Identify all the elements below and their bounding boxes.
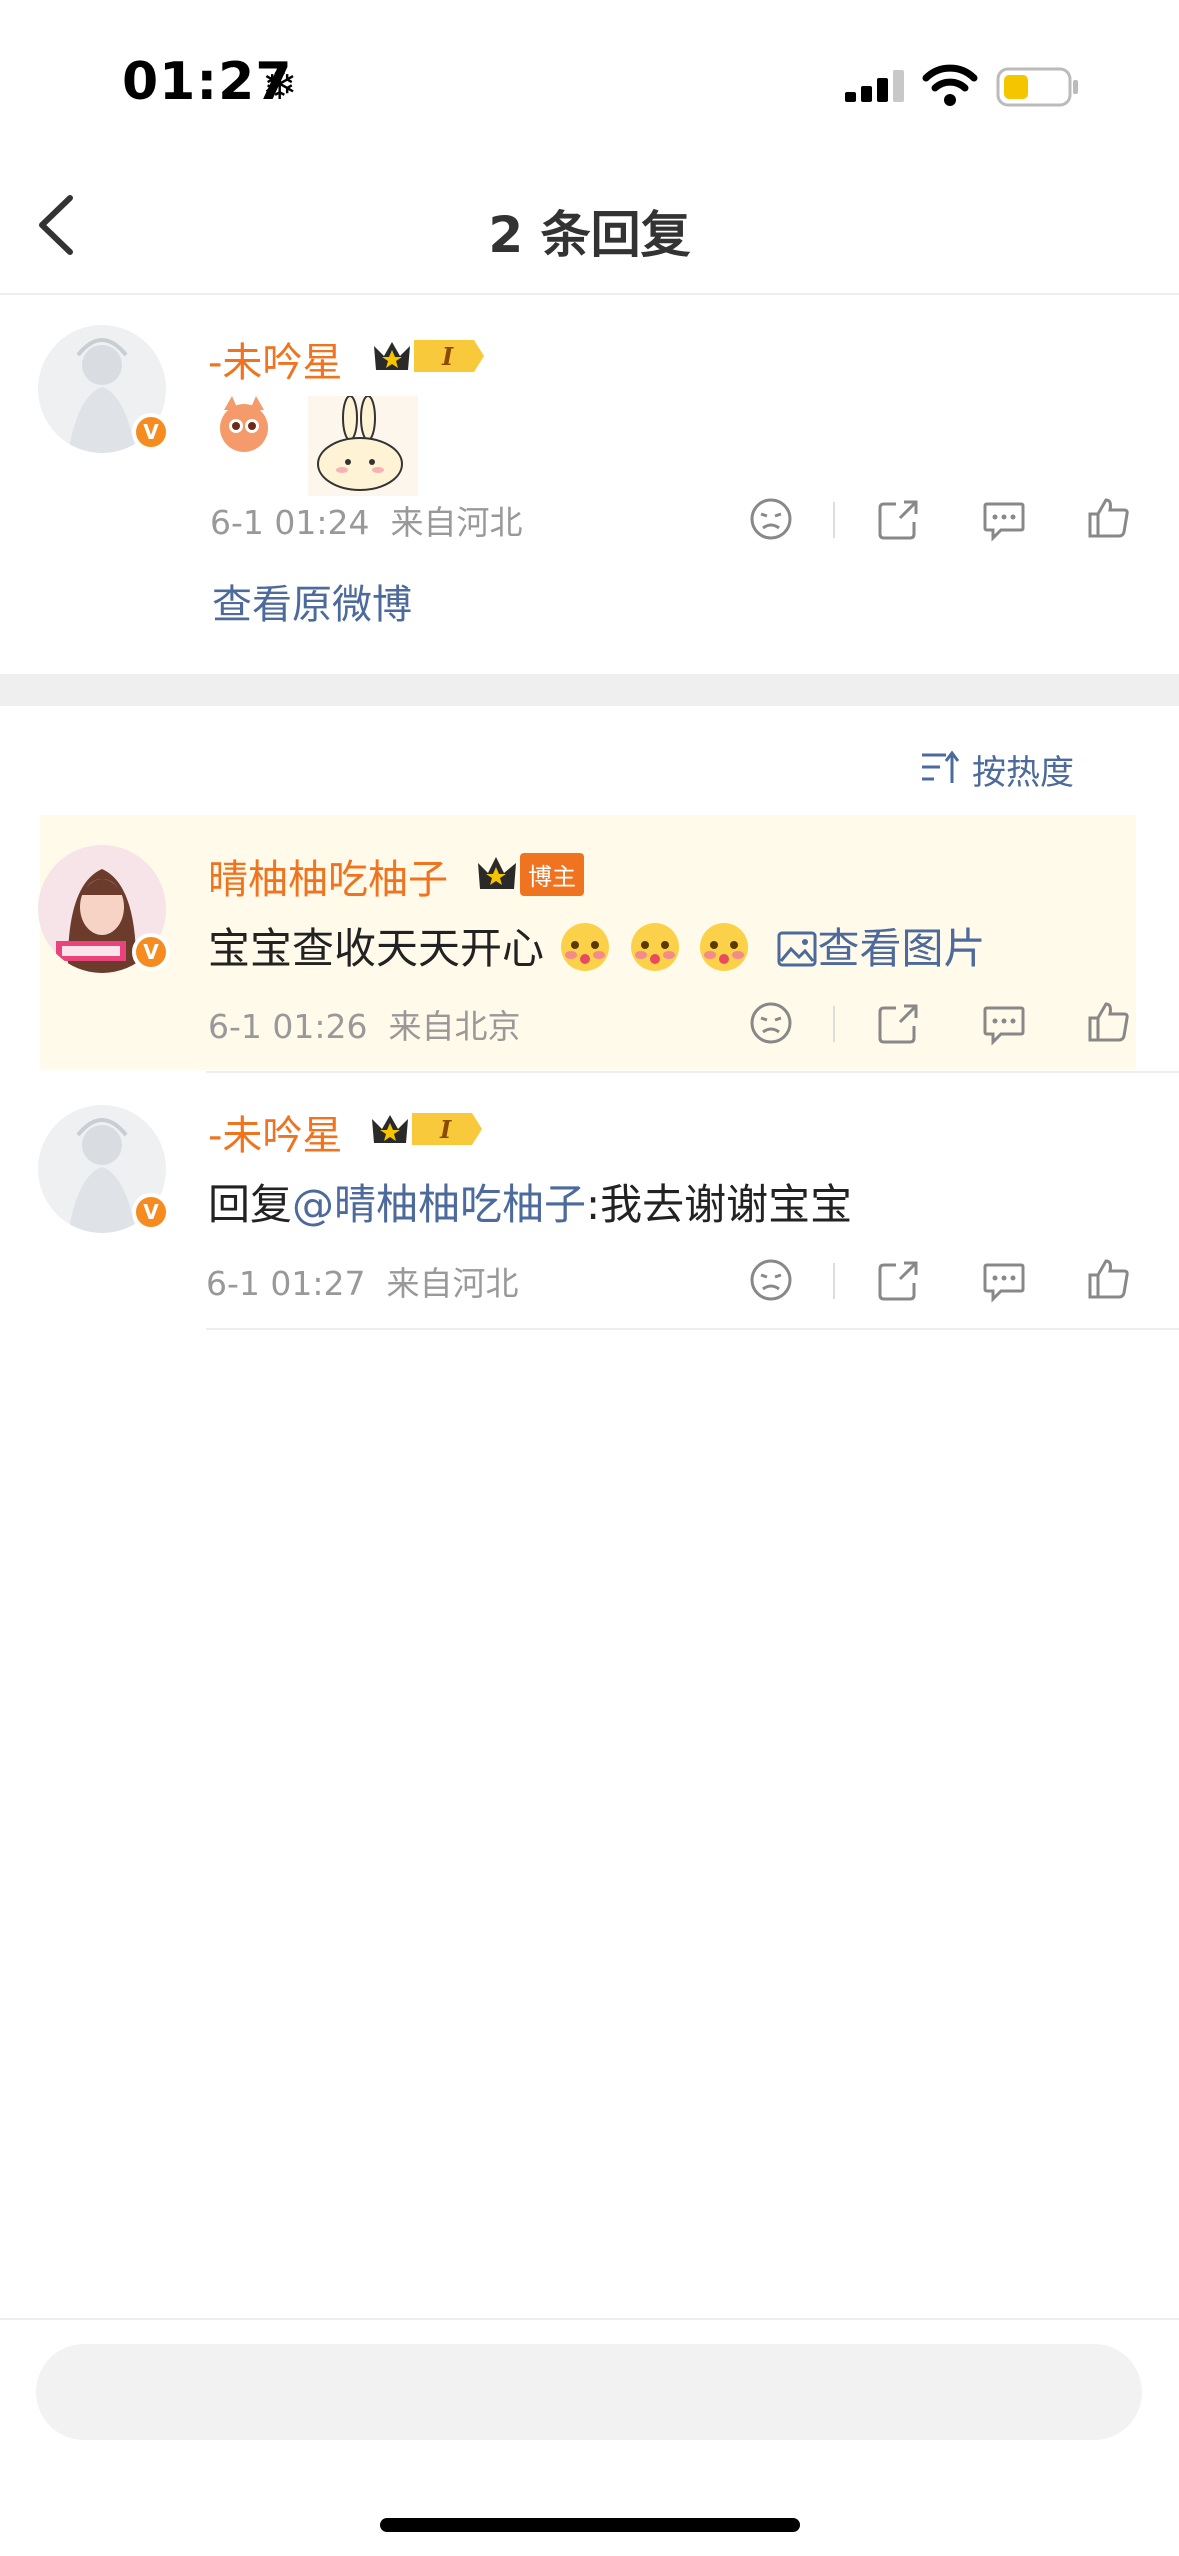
reply-input[interactable] (36, 2344, 1142, 2440)
sort-label: 按热度 (972, 753, 1074, 793)
reply-content: 宝宝查收天天开心 (208, 924, 545, 973)
avatar[interactable]: V (38, 845, 170, 973)
like-thumb-icon[interactable] (1086, 1255, 1132, 1301)
like-thumb-icon[interactable] (1086, 494, 1132, 540)
share-icon[interactable] (876, 496, 922, 542)
battery-icon (996, 67, 1078, 107)
view-original-link[interactable]: 查看原微博 (212, 572, 412, 630)
location-text: 来自河北 (390, 503, 523, 542)
nav-bar: 2 条回复 (0, 150, 1179, 295)
share-icon[interactable] (876, 1257, 922, 1303)
username[interactable]: 晴柚柚吃柚子 (208, 847, 448, 905)
reply-prefix: 回复 (208, 1180, 293, 1229)
view-image-link[interactable]: 查看图片 (765, 924, 985, 973)
action-divider (833, 1263, 835, 1299)
avatar[interactable]: V (38, 1105, 170, 1233)
page-title: 2 条回复 (488, 206, 691, 264)
location-text: 来自河北 (386, 1264, 519, 1303)
fox-sticker-icon (220, 396, 268, 452)
comment-time: 6-1 01:27 来自河北 (206, 1257, 518, 1305)
username[interactable]: -未吟星 (208, 330, 342, 388)
wifi-icon (922, 64, 978, 106)
reply-item: V -未吟星 I 回复@晴柚柚吃柚子:我去谢谢宝宝 6-1 01:27 来自河北 (0, 1075, 1179, 1325)
reply-item: V 晴柚柚吃柚子 博主 宝宝查收天天开心 查看图片 6-1 01:26 来自北京 (0, 815, 1179, 1070)
sort-icon (922, 750, 960, 783)
section-divider (0, 674, 1179, 706)
share-icon[interactable] (876, 1000, 922, 1046)
cellular-signal-icon (845, 70, 904, 102)
sort-by-heat-button[interactable]: 按热度 (922, 745, 1074, 794)
rabbit-sticker-icon (308, 396, 418, 496)
crown-level-badge[interactable]: I (368, 334, 488, 378)
shy-face-emoji-icon (700, 923, 749, 971)
location-text: 来自北京 (388, 1007, 521, 1046)
avatar[interactable]: V (38, 325, 170, 453)
comment-time: 6-1 01:26 来自北京 (208, 1000, 520, 1048)
time-text: 6-1 01:24 (210, 503, 370, 542)
shy-face-emoji-icon (561, 923, 610, 971)
original-comment: V -未吟星 I 6-1 01:24 来自河北 查看原微博 (0, 300, 1179, 670)
time-text: 6-1 01:27 (206, 1264, 366, 1303)
username[interactable]: -未吟星 (208, 1103, 342, 1161)
row-divider (206, 1071, 1179, 1073)
reply-text: 回复@晴柚柚吃柚子:我去谢谢宝宝 (208, 1171, 852, 1232)
action-divider (833, 1006, 835, 1042)
comment-icon[interactable] (981, 496, 1027, 542)
row-divider (206, 1328, 1179, 1330)
dislike-face-icon[interactable] (748, 1257, 794, 1303)
dislike-face-icon[interactable] (748, 1000, 794, 1046)
badge-level-text: I (441, 342, 454, 371)
comment-icon[interactable] (981, 1257, 1027, 1303)
mention-link[interactable]: @晴柚柚吃柚子 (292, 1180, 586, 1229)
crown-icon (478, 857, 516, 889)
verified-badge: V (132, 413, 170, 451)
snowflake-icon: ❄ (262, 60, 298, 109)
action-divider (833, 502, 835, 538)
home-indicator (380, 2518, 800, 2532)
reply-text: 宝宝查收天天开心 查看图片 (208, 915, 985, 976)
dislike-face-icon[interactable] (748, 496, 794, 542)
badge-level-text: I (439, 1115, 452, 1144)
like-thumb-icon[interactable] (1086, 998, 1132, 1044)
blogger-badge: 博主 (520, 853, 584, 896)
verified-badge: V (132, 1193, 170, 1231)
bottom-input-bar (0, 2318, 1179, 2556)
image-icon (777, 931, 817, 967)
status-bar: 01:27 ❄ (0, 0, 1179, 150)
verified-badge: V (132, 933, 170, 971)
comment-time: 6-1 01:24 来自河北 (210, 496, 522, 544)
crown-level-badge[interactable]: I (366, 1107, 486, 1151)
reply-content: :我去谢谢宝宝 (586, 1180, 853, 1229)
shy-face-emoji-icon (630, 923, 679, 971)
time-text: 6-1 01:26 (208, 1007, 368, 1046)
comment-icon[interactable] (981, 1000, 1027, 1046)
view-image-label: 查看图片 (817, 924, 986, 973)
